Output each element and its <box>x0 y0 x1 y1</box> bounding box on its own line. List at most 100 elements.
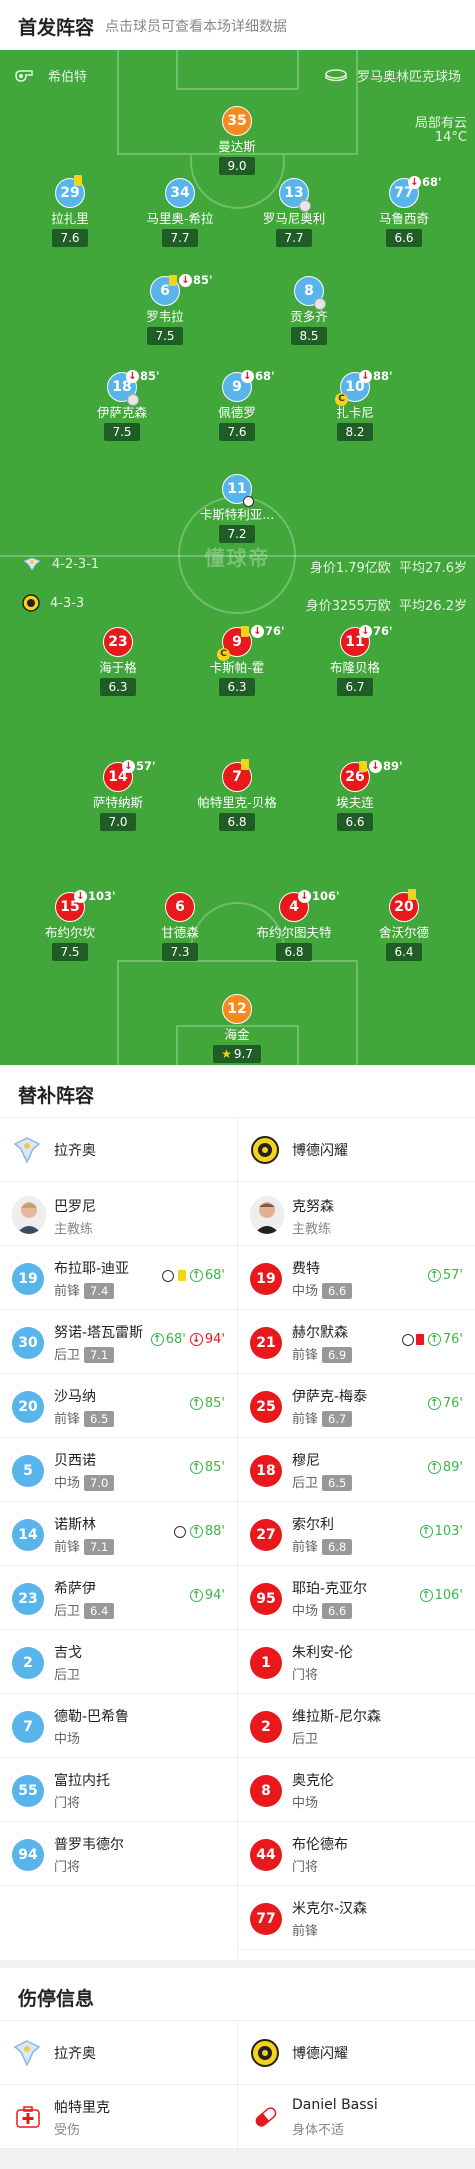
sub-player-rating: 6.8 <box>322 1539 353 1555</box>
home-player-marker[interactable]: 11 卡斯特利亚... 7.2 <box>177 474 297 543</box>
away-player-marker[interactable]: 26 ↓ 89' 埃夫连 6.6 <box>295 759 415 831</box>
sub-minute: 76' <box>373 624 393 638</box>
away-player-marker[interactable]: 9 ↓ 76' C 卡斯帕-霍 6.3 <box>177 624 297 696</box>
player-name: 贡多齐 <box>290 309 328 324</box>
sub-player-name: 普罗韦德尔 <box>54 1837 124 1853</box>
sub-off-icon: ↓ <box>298 889 311 903</box>
sub-player-row[interactable]: 77 米克尔-汉森 前锋 <box>238 1886 475 1950</box>
sub-player-row[interactable]: 8 奥克伦 中场 <box>238 1758 475 1822</box>
sub-player-row[interactable]: 27 索尔利 前锋 6.8 ↑ 103' <box>238 1502 475 1566</box>
sub-player-row[interactable]: 55 富拉内托 门将 <box>0 1758 237 1822</box>
away-coach-role: 主教练 <box>292 1222 332 1237</box>
player-rating: 7.6 <box>219 423 255 441</box>
lineup-header: 首发阵容 点击球员可查看本场详细数据 <box>0 0 475 50</box>
sub-player-row[interactable]: 21 赫尔默森 前锋 6.9 ↑ 76' <box>238 1310 475 1374</box>
player-number-circle: 9 ↓ 68' <box>222 369 275 402</box>
sub-player-position: 前锋 6.9 <box>292 1344 353 1363</box>
yellow-card-icon <box>241 625 249 637</box>
sub-player-name: 贝西诺 <box>54 1453 96 1469</box>
away-player-marker[interactable]: 12 海金 ★ 9.7 <box>177 994 297 1063</box>
away-player-marker[interactable]: 6 甘德森 7.3 <box>120 892 240 961</box>
sub-player-row[interactable]: 19 布拉耶-迪亚 前锋 7.4 ↑ 68' <box>0 1246 237 1310</box>
goal-ball-icon <box>243 496 254 507</box>
sub-player-row[interactable]: 30 努诺-塔瓦雷斯 后卫 7.1 ↑ 68' ↓ 94' <box>0 1310 237 1374</box>
sub-player-name: 赫尔默森 <box>292 1325 348 1341</box>
home-player-marker[interactable]: 10 ↓ 88' C 扎卡尼 8.2 <box>295 369 415 441</box>
sub-on-minute: 103' <box>434 1524 463 1539</box>
player-name: 罗韦拉 <box>146 309 184 324</box>
sub-player-row[interactable]: 94 普罗韦德尔 门将 <box>0 1822 237 1886</box>
sub-player-name: 伊萨克-梅泰 <box>292 1389 368 1405</box>
away-player-marker[interactable]: 23 海于格 6.3 <box>58 627 178 696</box>
sub-player-row[interactable]: 14 诺斯林 前锋 7.1 ↑ 88' <box>0 1502 237 1566</box>
away-coach-row[interactable]: 克努森 主教练 <box>238 1182 475 1246</box>
home-injury-row[interactable]: 帕特里克 受伤 <box>0 2085 237 2149</box>
home-player-marker[interactable]: 18 ↓ 85' 伊萨克森 7.5 <box>62 369 182 441</box>
sub-player-name: 吉戈 <box>54 1645 82 1661</box>
stadium-icon <box>325 68 347 81</box>
player-number-circle: 77 ↓ 68' <box>389 175 442 208</box>
player-event-badges: ↓ 76' <box>241 624 285 638</box>
player-name: 马里奥-希拉 <box>146 211 214 226</box>
injuries-title: 伤停信息 <box>18 1988 95 2010</box>
sub-player-row[interactable]: 25 伊萨克-梅泰 前锋 6.7 ↑ 76' <box>238 1374 475 1438</box>
sub-player-row[interactable]: 2 维拉斯-尼尔森 后卫 <box>238 1694 475 1758</box>
sub-player-rating: 6.5 <box>84 1411 115 1427</box>
sub-player-name: 索尔利 <box>292 1517 334 1533</box>
sub-player-rating: 6.9 <box>322 1347 353 1363</box>
player-name: 卡斯帕-霍 <box>209 660 265 675</box>
player-number-circle: 10 ↓ 88' C <box>335 369 393 406</box>
away-player-marker[interactable]: 4 ↓ 106' 布约尔图夫特 6.8 <box>234 889 354 961</box>
sub-player-row[interactable]: 44 布伦德布 门将 <box>238 1822 475 1886</box>
sub-player-row[interactable]: 19 费特 中场 6.6 ↑ 57' <box>238 1246 475 1310</box>
player-rating-value: 7.6 <box>227 425 247 439</box>
player-name: 布隆贝格 <box>329 660 380 675</box>
sub-player-row[interactable]: 20 沙马纳 前锋 6.5 ↑ 85' <box>0 1374 237 1438</box>
home-player-marker[interactable]: 9 ↓ 68' 佩德罗 7.6 <box>177 369 297 441</box>
player-number-circle: 14 ↓ 57' <box>103 759 156 792</box>
player-number-circle: 30 <box>12 1327 44 1359</box>
sub-player-row[interactable]: 95 耶珀-克亚尔 中场 6.6 ↑ 106' <box>238 1566 475 1630</box>
away-player-marker[interactable]: 11 ↓ 76' 布隆贝格 6.7 <box>295 624 415 696</box>
player-number: 20 <box>394 899 414 915</box>
away-player-marker[interactable]: 14 ↓ 57' 萨特纳斯 7.0 <box>58 759 178 831</box>
away-team-row[interactable]: 博德闪耀 <box>238 1118 475 1182</box>
home-player-marker[interactable]: 6 ↓ 85' 罗韦拉 7.5 <box>105 273 225 345</box>
home-player-marker[interactable]: 77 ↓ 68' 马鲁西奇 6.6 <box>344 175 464 247</box>
home-coach-row[interactable]: 巴罗尼 主教练 <box>0 1182 237 1246</box>
home-player-marker[interactable]: 29 拉扎里 7.6 <box>10 175 130 247</box>
sub-player-position: 前锋 7.4 <box>54 1280 115 1299</box>
sub-player-row[interactable]: 1 朱利安-伦 门将 <box>238 1630 475 1694</box>
player-name: 马鲁西奇 <box>378 211 429 226</box>
sub-player-row[interactable]: 18 穆尼 后卫 6.5 ↑ 89' <box>238 1438 475 1502</box>
goal-ball-icon <box>161 1269 174 1282</box>
home-player-marker[interactable]: 34 马里奥-希拉 7.7 <box>120 178 240 247</box>
sub-on-icon: ↑ <box>419 1589 433 1602</box>
sub-player-row[interactable]: 5 贝西诺 中场 7.0 ↑ 85' <box>0 1438 237 1502</box>
away-injury-row[interactable]: Daniel Bassi 身体不适 <box>238 2085 475 2149</box>
sub-player-row[interactable]: 7 德勒-巴希鲁 中场 <box>0 1694 237 1758</box>
home-team-row[interactable]: 拉齐奥 <box>0 1118 237 1182</box>
sub-player-name: 沙马纳 <box>54 1389 96 1405</box>
home-player-marker[interactable]: 13 罗马尼奥利 7.7 <box>234 178 354 247</box>
player-event-badges: ↓ 103' <box>74 889 116 903</box>
sub-player-row[interactable]: 23 希萨伊 后卫 6.4 ↑ 94' <box>0 1566 237 1630</box>
player-name: 罗马尼奥利 <box>262 211 326 226</box>
player-number-circle: 20 <box>12 1391 44 1423</box>
player-rating-value: 7.0 <box>108 815 128 829</box>
away-player-marker[interactable]: 15 ↓ 103' 布约尔坎 7.5 <box>10 889 130 961</box>
player-number-circle: 55 <box>12 1775 44 1807</box>
away-player-marker[interactable]: 20 舍沃尔德 6.4 <box>344 889 464 961</box>
home-player-marker[interactable]: 35 曼达斯 9.0 <box>177 106 297 175</box>
section-title: 首发阵容 <box>18 17 95 39</box>
player-number-circle: 18 <box>250 1455 282 1487</box>
player-rating-value: 7.6 <box>60 231 80 245</box>
home-team-meta: 身价1.79亿欧 平均27.6岁 <box>310 557 467 576</box>
away-player-marker[interactable]: 7 帕特里克-贝格 6.8 <box>177 759 297 831</box>
position-text: 前锋 <box>292 1540 319 1555</box>
sub-player-row[interactable]: 2 吉戈 后卫 <box>0 1630 237 1694</box>
player-rating-value: 7.7 <box>170 231 190 245</box>
sub-player-name: 富拉内托 <box>54 1773 110 1789</box>
home-player-marker[interactable]: 8 贡多齐 8.5 <box>249 276 369 345</box>
player-number-circle: 13 <box>279 178 311 212</box>
